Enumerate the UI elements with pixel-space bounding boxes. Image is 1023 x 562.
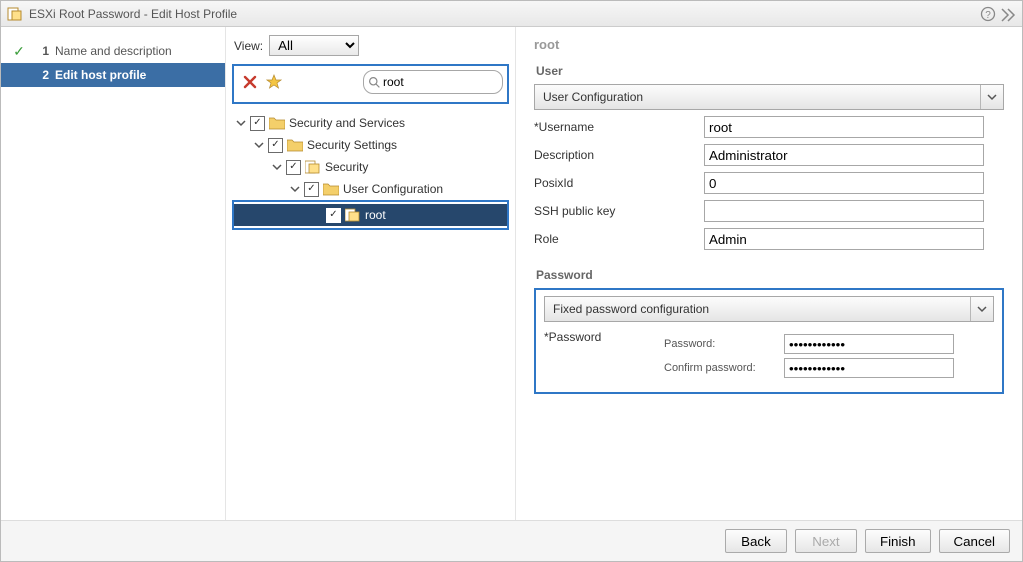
collapse-icon[interactable] [252,138,266,152]
user-config-combo[interactable]: User Configuration [534,84,1004,110]
ssh-label: SSH public key [534,204,704,218]
folder-icon [269,116,285,130]
svg-text:?: ? [985,10,991,21]
password-field-label: Password: [664,338,784,350]
search-highlight [232,64,509,104]
search-input[interactable] [381,74,480,90]
panel-title: root [534,37,1004,52]
collapse-icon[interactable] [270,160,284,174]
search-icon [368,76,381,89]
tree-label: Security [325,160,368,174]
step-edit-host-profile[interactable]: 2 Edit host profile [1,63,225,87]
user-section-label: User [536,64,1004,78]
tree-panel: View: All Security and [226,27,516,520]
selection-highlight: root [232,200,509,230]
tree-label: root [365,208,386,222]
description-input[interactable] [704,144,984,166]
profile-icon [305,160,321,174]
tree-label: Security and Services [289,116,405,130]
password-input[interactable] [784,334,954,354]
wizard-steps: ✓ 1 Name and description 2 Edit host pro… [1,27,226,520]
combo-value: Fixed password configuration [553,302,709,316]
posixid-row: PosixId [534,172,1004,194]
detail-panel: root User User Configuration *Username D… [516,27,1022,520]
cancel-button[interactable]: Cancel [939,529,1011,553]
tree-checkbox[interactable] [286,160,301,175]
step-number: 2 [33,68,49,82]
window-title: ESXi Root Password - Edit Host Profile [29,7,976,21]
chevron-down-icon [970,297,993,321]
posixid-input[interactable] [704,172,984,194]
password-fields-row: *Password Password: Confirm password: [544,330,994,382]
collapse-icon[interactable] [234,116,248,130]
step-number: 1 [33,44,49,58]
ssh-input[interactable] [704,200,984,222]
dialog-body: ✓ 1 Name and description 2 Edit host pro… [1,27,1022,520]
chevron-down-icon [980,85,1003,109]
tree-toolbar [238,70,503,94]
password-section-label: Password [536,268,1004,282]
confirm-password-input[interactable] [784,358,954,378]
password-config-combo[interactable]: Fixed password configuration [544,296,994,322]
username-input[interactable] [704,116,984,138]
view-label: View: [234,39,263,53]
tree-label: User Configuration [343,182,443,196]
help-icon[interactable]: ? [980,6,996,22]
tree-node-security-services[interactable]: Security and Services [230,112,511,134]
tree-checkbox[interactable] [326,208,341,223]
titlebar: ESXi Root Password - Edit Host Profile ? [1,1,1022,27]
profile-tree[interactable]: Security and Services Security Settings … [230,110,511,512]
next-button[interactable]: Next [795,529,857,553]
combo-value: User Configuration [543,90,643,104]
role-row: Role [534,228,1004,250]
tree-node-root[interactable]: root [234,204,507,226]
posixid-label: PosixId [534,176,704,190]
tree-checkbox[interactable] [304,182,319,197]
role-label: Role [534,232,704,246]
step-label: Edit host profile [55,68,146,82]
host-profile-icon [7,6,23,22]
tree-checkbox[interactable] [250,116,265,131]
confirm-password-label: Confirm password: [664,362,784,374]
confirm-password-line: Confirm password: [664,358,994,378]
tree-node-security[interactable]: Security [230,156,511,178]
finish-button[interactable]: Finish [865,529,931,553]
ssh-row: SSH public key [534,200,1004,222]
folder-icon [287,138,303,152]
tree-node-user-configuration[interactable]: User Configuration [230,178,511,200]
tree-label: Security Settings [307,138,397,152]
view-select[interactable]: All [269,35,359,56]
search-box[interactable] [363,70,503,94]
password-line: Password: [664,334,994,354]
view-filter-row: View: All [230,35,511,56]
description-label: Description [534,148,704,162]
folder-icon [323,182,339,196]
username-label: *Username [534,120,704,134]
favorite-icon[interactable] [266,74,282,90]
password-highlight: Fixed password configuration *Password P… [534,288,1004,394]
collapse-icon[interactable] [288,182,302,196]
tree-spacer [310,208,324,222]
profile-icon [345,208,361,222]
restore-icon[interactable] [1000,6,1016,22]
username-row: *Username [534,116,1004,138]
check-icon: ✓ [11,43,27,60]
role-input[interactable] [704,228,984,250]
dialog-window: ESXi Root Password - Edit Host Profile ?… [0,0,1023,562]
delete-icon[interactable] [242,74,258,90]
back-button[interactable]: Back [725,529,787,553]
dialog-footer: Back Next Finish Cancel [1,520,1022,561]
password-label: *Password [544,330,664,382]
step-name-and-description[interactable]: ✓ 1 Name and description [1,39,225,63]
tree-checkbox[interactable] [268,138,283,153]
step-label: Name and description [55,44,172,58]
tree-node-security-settings[interactable]: Security Settings [230,134,511,156]
description-row: Description [534,144,1004,166]
password-fields: Password: Confirm password: [664,330,994,382]
